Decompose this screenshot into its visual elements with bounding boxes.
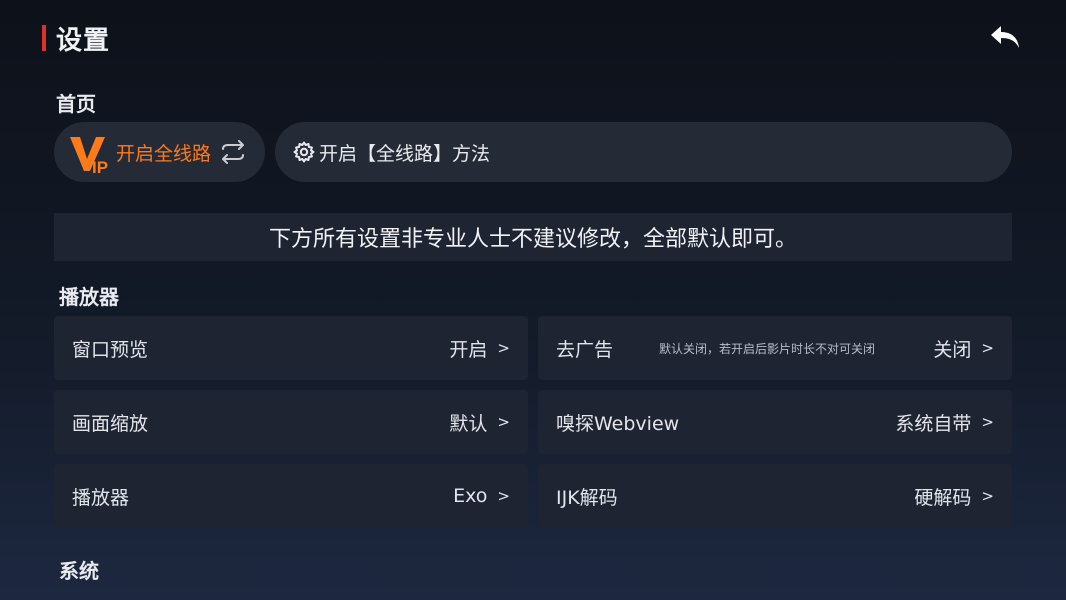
setting-value: 关闭 — [933, 338, 972, 361]
swap-icon — [222, 140, 245, 164]
setting-remove-ads[interactable]: 去广告 默认关闭，若开启后影片时长不对可关闭 关闭 > — [538, 316, 1012, 380]
back-arrow-icon — [991, 26, 1019, 48]
section-label-player: 播放器 — [59, 285, 119, 309]
setting-label: 窗口预览 — [72, 338, 149, 361]
all-lines-method-button[interactable]: 开启【全线路】方法 — [275, 122, 1012, 182]
setting-value: Exo — [453, 485, 488, 507]
setting-player[interactable]: 播放器 Exo > — [54, 464, 528, 528]
setting-value: 系统自带 — [895, 412, 972, 435]
vip-logo-icon: IP — [68, 129, 114, 177]
setting-label: 嗅探Webview — [556, 412, 680, 435]
setting-screen-scale[interactable]: 画面缩放 默认 > — [54, 390, 528, 454]
chevron-right-icon: > — [981, 339, 994, 357]
setting-label: IJK解码 — [556, 486, 618, 509]
chevron-right-icon: > — [497, 339, 510, 357]
settings-warning-notice: 下方所有设置非专业人士不建议修改，全部默认即可。 — [54, 213, 1012, 261]
setting-label: 画面缩放 — [72, 412, 149, 435]
vip-button-label: 开启全线路 — [116, 142, 212, 165]
setting-sniff-webview[interactable]: 嗅探Webview 系统自带 > — [538, 390, 1012, 454]
setting-window-preview[interactable]: 窗口预览 开启 > — [54, 316, 528, 380]
setting-label: 去广告 — [556, 338, 614, 361]
section-label-system: 系统 — [59, 559, 99, 583]
setting-ijk-decode[interactable]: IJK解码 硬解码 > — [538, 464, 1012, 528]
chevron-right-icon: > — [497, 413, 510, 431]
chevron-right-icon: > — [981, 413, 994, 431]
gear-icon — [293, 141, 315, 163]
setting-value: 开启 — [449, 338, 488, 361]
back-button[interactable] — [988, 22, 1022, 52]
setting-value: 硬解码 — [914, 486, 972, 509]
title-bar: 设置 — [42, 22, 111, 56]
setting-label: 播放器 — [72, 486, 130, 509]
chevron-right-icon: > — [497, 487, 510, 505]
section-label-home: 首页 — [56, 92, 96, 116]
setting-value: 默认 — [449, 412, 488, 435]
method-button-label: 开启【全线路】方法 — [319, 142, 491, 165]
vip-all-lines-button[interactable]: IP 开启全线路 — [54, 122, 265, 182]
svg-text:IP: IP — [92, 158, 108, 175]
page-title: 设置 — [56, 25, 111, 56]
chevron-right-icon: > — [981, 487, 994, 505]
title-accent-bar — [42, 25, 46, 51]
setting-hint: 默认关闭，若开启后影片时长不对可关闭 — [659, 341, 876, 356]
